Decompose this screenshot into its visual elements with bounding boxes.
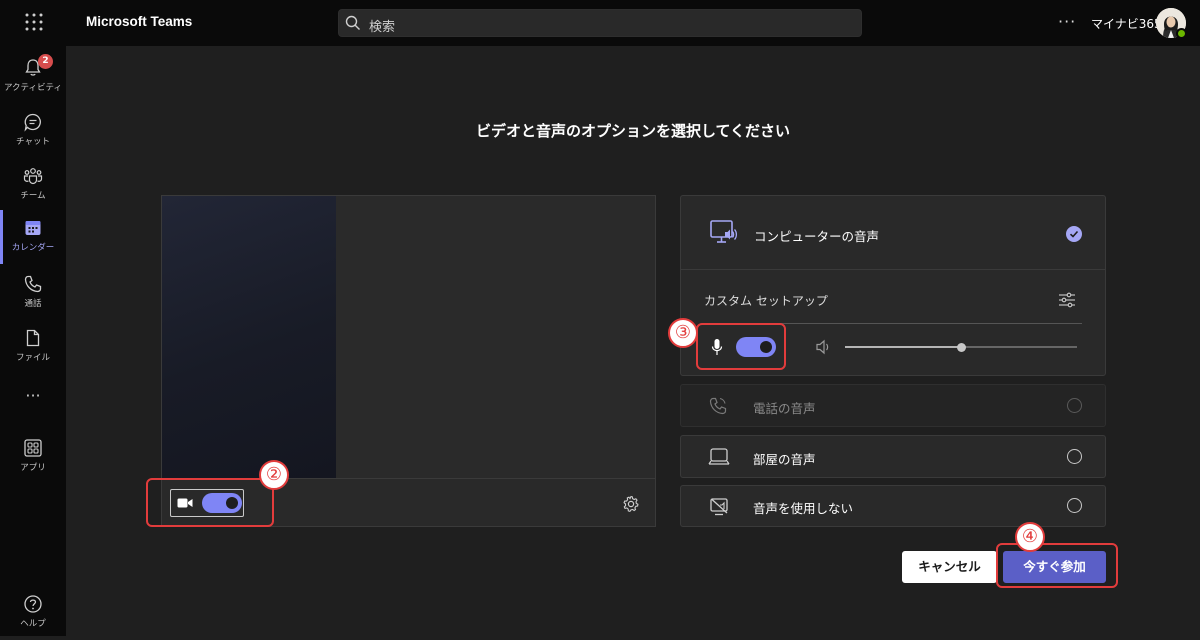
speaker-volume-fill <box>845 346 961 348</box>
settings-sliders-icon[interactable] <box>1058 292 1076 308</box>
speaker-volume-thumb[interactable] <box>957 343 966 352</box>
app-rail: 2 アクティビティ チャット チーム カレンダー 通話 ファイル ··· アプリ… <box>0 46 66 636</box>
more-icon[interactable]: ··· <box>1058 12 1076 31</box>
computer-audio-header[interactable]: コンピューターの音声 <box>681 196 1105 270</box>
search-input[interactable]: 検索 <box>338 9 862 37</box>
rail-item-calendar[interactable]: カレンダー <box>0 210 66 264</box>
computer-audio-label: コンピューターの音声 <box>754 229 880 244</box>
computer-audio-icon <box>710 220 738 243</box>
rail-item-files[interactable]: ファイル <box>0 320 66 374</box>
apps-icon <box>24 439 42 457</box>
rail-label-calendar: カレンダー <box>11 243 55 253</box>
app-title: Microsoft Teams <box>86 14 193 29</box>
rail-item-help[interactable]: ヘルプ <box>0 586 66 640</box>
no-audio-label: 音声を使用しない <box>753 501 854 516</box>
check-icon <box>1066 226 1082 242</box>
help-icon <box>24 595 42 613</box>
camera-feed <box>162 196 336 478</box>
no-audio-icon <box>710 498 728 516</box>
teams-icon <box>23 168 43 185</box>
phone-icon <box>709 397 727 415</box>
rail-item-chat[interactable]: チャット <box>0 104 66 158</box>
rail-label-activity: アクティビティ <box>3 83 63 93</box>
phone-audio-option: 電話の音声 <box>680 384 1106 427</box>
gear-icon[interactable] <box>622 495 640 513</box>
custom-setup-label: カスタム セットアップ <box>704 294 828 308</box>
user-name[interactable]: マイナビ365 <box>1091 15 1162 32</box>
rail-label-help: ヘルプ <box>20 619 46 629</box>
rail-label-files: ファイル <box>15 353 50 363</box>
phone-audio-label: 電話の音声 <box>753 401 816 416</box>
cancel-button[interactable]: キャンセル <box>902 551 997 583</box>
rail-more-apps[interactable]: ··· <box>0 382 66 412</box>
room-audio-radio[interactable] <box>1067 449 1082 464</box>
search-icon <box>345 15 360 30</box>
rail-label-calls: 通話 <box>24 299 42 309</box>
highlight-mic-toggle <box>696 323 786 370</box>
rail-label-chat: チャット <box>16 137 50 147</box>
file-icon <box>26 329 40 347</box>
room-audio-label: 部屋の音声 <box>753 452 816 467</box>
annotation-four: ④ <box>1015 522 1045 552</box>
highlight-camera-toggle <box>146 478 274 527</box>
activity-badge: 2 <box>38 54 53 69</box>
highlight-join-button <box>996 543 1118 588</box>
phone-icon <box>24 275 42 293</box>
annotation-two: ② <box>259 460 289 490</box>
title-bar: Microsoft Teams 検索 ··· マイナビ365 <box>0 0 1200 46</box>
room-display-icon <box>708 448 730 465</box>
no-audio-option[interactable]: 音声を使用しない <box>680 485 1106 527</box>
room-audio-option[interactable]: 部屋の音声 <box>680 435 1106 478</box>
rail-label-teams: チーム <box>20 191 46 201</box>
more-icon: ··· <box>25 386 41 405</box>
calendar-icon <box>25 221 41 235</box>
search-placeholder: 検索 <box>369 20 396 35</box>
phone-audio-radio <box>1067 398 1082 413</box>
rail-item-activity[interactable]: 2 アクティビティ <box>0 50 66 104</box>
chat-icon <box>24 113 41 132</box>
page-title: ビデオと音声のオプションを選択してください <box>475 122 791 140</box>
rail-item-calls[interactable]: 通話 <box>0 266 66 320</box>
no-audio-radio[interactable] <box>1067 498 1082 513</box>
video-preview <box>161 195 656 479</box>
rail-item-apps[interactable]: アプリ <box>0 430 66 484</box>
presence-available-badge <box>1176 28 1187 39</box>
speaker-icon <box>816 339 829 355</box>
rail-label-apps: アプリ <box>20 463 46 473</box>
rail-item-teams[interactable]: チーム <box>0 158 66 212</box>
annotation-three: ③ <box>668 318 698 348</box>
waffle-icon[interactable] <box>24 12 44 32</box>
